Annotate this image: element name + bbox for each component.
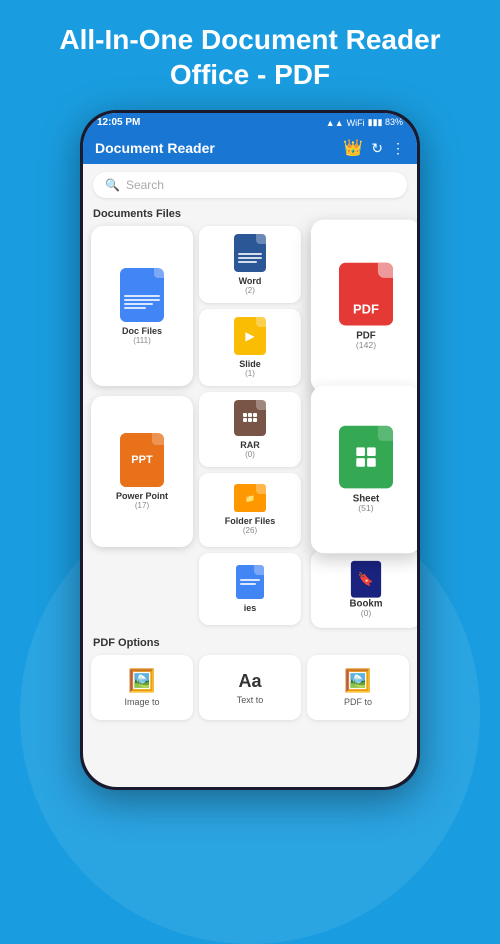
- word-card[interactable]: Word (2): [199, 226, 301, 303]
- text-to-card[interactable]: Aa Text to: [199, 655, 301, 720]
- status-bar: 12:05 PM ▲▲ WiFi ▮▮▮ 83%: [83, 113, 417, 132]
- sheet-large-count: (51): [358, 504, 373, 514]
- ies-card[interactable]: ies: [199, 553, 301, 625]
- slide-name: Slide: [239, 359, 261, 369]
- app-bar: Document Reader 👑 ↻ ⋮: [83, 132, 417, 164]
- pdf-options-section-title: PDF Options: [91, 631, 409, 655]
- crown-icon[interactable]: 👑: [343, 138, 363, 158]
- pdf-count: (142): [356, 340, 376, 350]
- pdf-card[interactable]: PDF PDF (142): [311, 220, 417, 393]
- slide-count: (1): [245, 369, 255, 378]
- page-title: All-In-One Document Reader Office - PDF: [0, 0, 500, 110]
- rar-count: (0): [245, 450, 255, 459]
- pdf-to-card[interactable]: 🖼️ PDF to: [307, 655, 409, 720]
- ppt-name: Power Point: [116, 491, 168, 501]
- text-to-label: Text to: [237, 695, 264, 705]
- status-time: 12:05 PM: [97, 117, 140, 128]
- scroll-content[interactable]: Documents Files Doc Files (111): [83, 202, 417, 787]
- folder-files-card[interactable]: 📁 Folder Files (26): [199, 473, 301, 548]
- slide-card[interactable]: ▶ Slide (1): [199, 309, 301, 386]
- ppt-card[interactable]: PPT Power Point (17): [91, 396, 193, 547]
- refresh-icon[interactable]: ↻: [371, 140, 383, 157]
- bookmarks-name: Bookm: [350, 597, 383, 608]
- ies-name: ies: [244, 603, 257, 613]
- doc-files-name: Doc Files: [122, 326, 162, 336]
- pdf-to-icon: 🖼️: [344, 668, 371, 694]
- pdf-name: PDF: [356, 329, 375, 340]
- image-to-icon: 🖼️: [128, 668, 155, 694]
- search-bar[interactable]: 🔍 Search: [93, 172, 407, 198]
- pdf-to-label: PDF to: [344, 697, 372, 707]
- app-bar-icons: 👑 ↻ ⋮: [343, 138, 405, 158]
- sheet-large-card[interactable]: Sheet (51): [311, 386, 417, 553]
- doc-files-card[interactable]: Doc Files (111): [91, 226, 193, 386]
- image-to-label: Image to: [124, 697, 159, 707]
- search-placeholder: Search: [126, 178, 164, 192]
- doc-files-count: (111): [133, 336, 151, 345]
- image-to-card[interactable]: 🖼️ Image to: [91, 655, 193, 720]
- sheet-large-name: Sheet: [353, 493, 379, 504]
- rar-card[interactable]: RAR (0): [199, 392, 301, 467]
- rar-name: RAR: [240, 440, 260, 450]
- bookmarks-count: (0): [361, 608, 372, 618]
- search-icon: 🔍: [105, 178, 120, 192]
- ppt-count: (17): [135, 501, 149, 510]
- folder-name: Folder Files: [225, 516, 276, 526]
- folder-count: (26): [243, 526, 257, 535]
- pdf-options-grid: 🖼️ Image to Aa Text to 🖼️ PDF to: [91, 655, 409, 720]
- word-count: (2): [245, 286, 255, 295]
- word-name: Word: [239, 276, 262, 286]
- phone-mockup: 12:05 PM ▲▲ WiFi ▮▮▮ 83% Document Reader…: [80, 110, 420, 790]
- status-icons: ▲▲ WiFi ▮▮▮ 83%: [326, 117, 403, 128]
- bookmarks-card[interactable]: 🔖 Bookm (0): [311, 550, 417, 628]
- app-title: Document Reader: [95, 140, 215, 156]
- more-icon[interactable]: ⋮: [391, 140, 405, 157]
- text-to-icon: Aa: [238, 671, 261, 692]
